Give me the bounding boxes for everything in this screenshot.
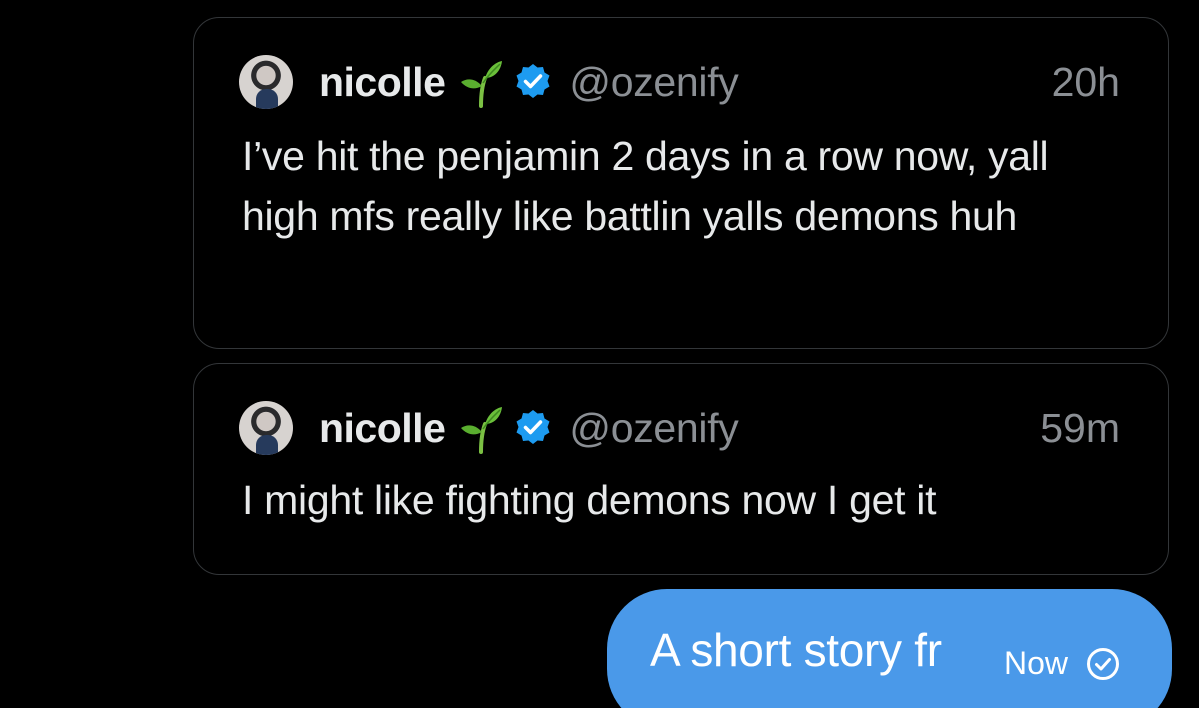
tweet-timestamp[interactable]: 20h [1052, 59, 1120, 106]
verified-badge-icon [516, 64, 550, 98]
message-text: A short story fr [650, 624, 942, 676]
sent-message-bubble[interactable]: A short story fr Now [607, 589, 1172, 708]
avatar[interactable] [239, 55, 293, 109]
display-name[interactable]: nicolle [319, 59, 446, 106]
tweet-timestamp[interactable]: 59m [1040, 405, 1120, 452]
avatar[interactable] [239, 401, 293, 455]
message-time: Now [1004, 645, 1069, 681]
display-name[interactable]: nicolle [319, 405, 446, 452]
tweet-text: I might like fighting demons now I get i… [242, 477, 937, 523]
message-meta: Now [1004, 645, 1120, 682]
handle[interactable]: @ozenify [569, 405, 738, 452]
tweet-header: nicolle @ozenify 20h [239, 52, 1120, 112]
sent-check-icon [1087, 647, 1120, 680]
handle[interactable]: @ozenify [569, 59, 738, 106]
tweet-text: I’ve hit the penjamin 2 days in a row no… [242, 133, 1049, 239]
sprout-icon [461, 61, 503, 108]
dm-conversation: nicolle @ozenify 20h I’ve hit the penjam… [0, 0, 1199, 708]
verified-badge-icon [516, 410, 550, 444]
quoted-tweet-card[interactable]: nicolle @ozenify 59m I might like fighti… [193, 363, 1169, 575]
quoted-tweet-card[interactable]: nicolle @ozenify 20h I’ve hit the penjam… [193, 17, 1169, 349]
tweet-header: nicolle @ozenify 59m [239, 398, 1120, 458]
sprout-icon [461, 407, 503, 454]
